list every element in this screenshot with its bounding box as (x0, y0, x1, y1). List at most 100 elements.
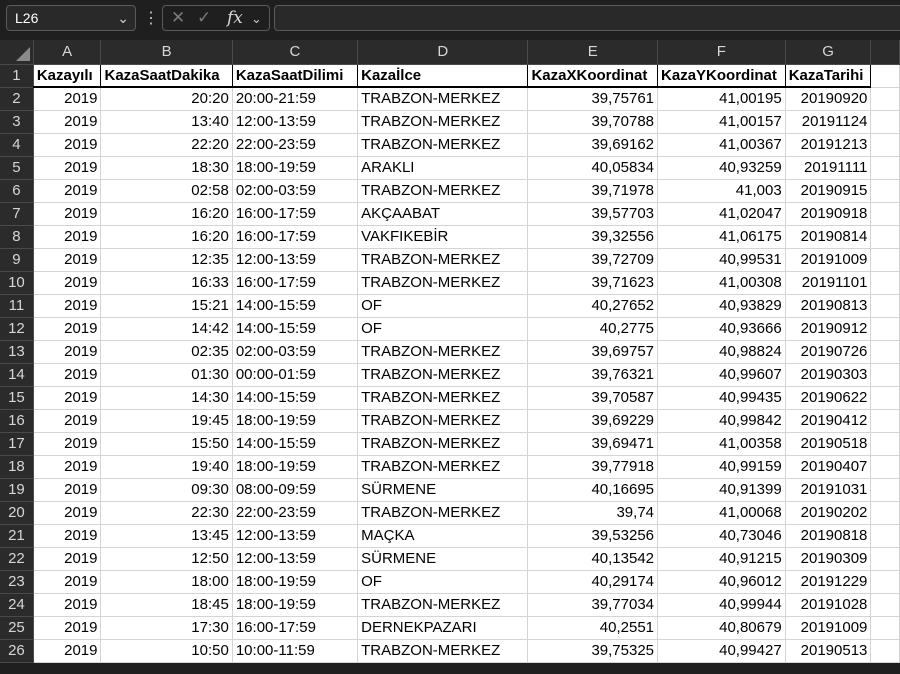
cell[interactable]: 20191009 (785, 616, 872, 640)
cell[interactable]: 2019 (33, 340, 102, 364)
cell[interactable]: 40,16695 (527, 478, 659, 502)
cancel-icon[interactable]: ✕ (171, 8, 185, 28)
cell[interactable]: 10:00-11:59 (232, 639, 359, 663)
row-header[interactable]: 12 (0, 317, 34, 341)
cell[interactable] (870, 616, 900, 640)
column-header-b[interactable]: B (100, 40, 233, 65)
cell[interactable]: 2019 (33, 455, 102, 479)
cell[interactable]: 40,91215 (657, 547, 786, 571)
cell[interactable] (870, 202, 900, 226)
cell[interactable]: 2019 (33, 478, 102, 502)
cell[interactable] (870, 317, 900, 341)
cell[interactable]: 2019 (33, 317, 102, 341)
cell[interactable] (870, 110, 900, 134)
cell[interactable]: 14:42 (100, 317, 233, 341)
chevron-down-icon[interactable]: ⌄ (117, 10, 129, 27)
cell[interactable]: 12:00-13:59 (232, 110, 359, 134)
cell[interactable]: TRABZON-MERKEZ (357, 110, 529, 134)
cell[interactable]: 40,2551 (527, 616, 659, 640)
cell[interactable]: 39,74 (527, 501, 659, 525)
cell[interactable]: 18:00-19:59 (232, 455, 359, 479)
cell[interactable]: 40,27652 (527, 294, 659, 318)
cell[interactable]: TRABZON-MERKEZ (357, 248, 529, 272)
row-header[interactable]: 9 (0, 248, 34, 272)
cell[interactable]: 39,69757 (527, 340, 659, 364)
cell[interactable]: AKÇAABAT (357, 202, 529, 226)
cell[interactable]: 20190202 (785, 501, 872, 525)
row-header[interactable]: 5 (0, 156, 34, 180)
cell[interactable] (870, 478, 900, 502)
cell[interactable]: 40,29174 (527, 570, 659, 594)
cell[interactable] (870, 501, 900, 525)
cell[interactable]: 41,00367 (657, 133, 786, 157)
cell[interactable]: 2019 (33, 501, 102, 525)
cell[interactable]: 18:30 (100, 156, 233, 180)
select-all-button[interactable] (0, 40, 34, 65)
cell[interactable]: TRABZON-MERKEZ (357, 87, 529, 111)
column-header-a[interactable]: A (33, 40, 102, 65)
cell[interactable]: 40,91399 (657, 478, 786, 502)
cell[interactable]: 2019 (33, 363, 102, 387)
cell[interactable]: 40,93666 (657, 317, 786, 341)
cell[interactable]: 39,75325 (527, 639, 659, 663)
cell[interactable] (870, 294, 900, 318)
cell[interactable]: 39,70788 (527, 110, 659, 134)
cell[interactable]: 20191101 (785, 271, 872, 295)
cell[interactable]: 14:00-15:59 (232, 294, 359, 318)
header-cell[interactable]: Kazayılı (33, 64, 102, 88)
cell[interactable]: 2019 (33, 570, 102, 594)
cell[interactable]: 39,71978 (527, 179, 659, 203)
cell[interactable]: 2019 (33, 547, 102, 571)
cell[interactable]: 16:00-17:59 (232, 271, 359, 295)
cell[interactable]: 16:20 (100, 225, 233, 249)
cell[interactable]: 2019 (33, 202, 102, 226)
cell[interactable] (870, 455, 900, 479)
cell[interactable]: 2019 (33, 133, 102, 157)
cell[interactable]: 09:30 (100, 478, 233, 502)
cell[interactable]: 12:35 (100, 248, 233, 272)
cell[interactable]: 39,77918 (527, 455, 659, 479)
cell[interactable] (870, 524, 900, 548)
row-header[interactable]: 23 (0, 570, 34, 594)
cell[interactable]: 20191009 (785, 248, 872, 272)
chevron-down-icon[interactable]: ⌄ (251, 11, 262, 27)
cell[interactable]: 08:00-09:59 (232, 478, 359, 502)
cell[interactable]: 40,93829 (657, 294, 786, 318)
cell[interactable]: 20190912 (785, 317, 872, 341)
cell[interactable]: 40,2775 (527, 317, 659, 341)
cell[interactable]: 17:30 (100, 616, 233, 640)
cell[interactable]: 2019 (33, 87, 102, 111)
cell[interactable] (870, 386, 900, 410)
cell[interactable]: 39,69162 (527, 133, 659, 157)
cell[interactable]: 39,57703 (527, 202, 659, 226)
cell[interactable]: 2019 (33, 524, 102, 548)
row-header[interactable]: 3 (0, 110, 34, 134)
cell[interactable]: 40,99607 (657, 363, 786, 387)
cell[interactable]: 12:00-13:59 (232, 547, 359, 571)
cell[interactable]: 13:40 (100, 110, 233, 134)
row-header[interactable]: 4 (0, 133, 34, 157)
row-header[interactable]: 6 (0, 179, 34, 203)
cell[interactable]: 20190407 (785, 455, 872, 479)
cell[interactable]: 20190303 (785, 363, 872, 387)
cell[interactable]: 14:00-15:59 (232, 317, 359, 341)
column-header-c[interactable]: C (232, 40, 359, 65)
cell[interactable] (870, 593, 900, 617)
cell[interactable]: 22:00-23:59 (232, 133, 359, 157)
column-header-f[interactable]: F (657, 40, 786, 65)
cell[interactable]: 2019 (33, 432, 102, 456)
cell[interactable]: 16:20 (100, 202, 233, 226)
cell[interactable] (870, 340, 900, 364)
column-header-overflow[interactable] (870, 40, 900, 65)
cell[interactable]: 18:00 (100, 570, 233, 594)
row-header[interactable]: 10 (0, 271, 34, 295)
cell[interactable]: 41,003 (657, 179, 786, 203)
cell[interactable]: TRABZON-MERKEZ (357, 432, 529, 456)
cell[interactable]: 2019 (33, 156, 102, 180)
row-header[interactable]: 21 (0, 524, 34, 548)
cell[interactable]: 20190818 (785, 524, 872, 548)
cell[interactable]: 14:30 (100, 386, 233, 410)
cell[interactable]: 20190518 (785, 432, 872, 456)
cell[interactable]: 20190920 (785, 87, 872, 111)
cell[interactable]: 02:00-03:59 (232, 340, 359, 364)
